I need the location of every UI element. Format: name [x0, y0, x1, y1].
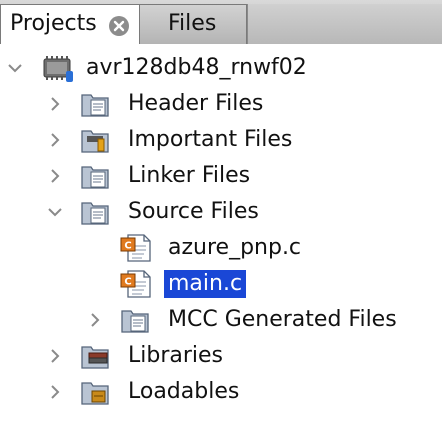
tab-projects-label: Projects — [10, 11, 97, 36]
tab-files[interactable]: Files — [140, 4, 247, 44]
tree-label-main-c: main.c — [164, 270, 247, 298]
tree-label-header-files: Header Files — [128, 91, 264, 116]
tab-bar-empty-area — [247, 4, 442, 44]
tree-label-azure-pnp-c: azure_pnp.c — [168, 235, 302, 260]
tab-bar: Projects Files — [0, 0, 442, 44]
close-icon[interactable] — [109, 16, 129, 36]
tree-node-source-files[interactable]: Source Files — [0, 194, 442, 230]
tree-node-libraries[interactable]: Libraries — [0, 338, 442, 374]
folder-icon — [81, 166, 109, 189]
tab-files-label: Files — [168, 11, 217, 36]
chevron-right-icon[interactable] — [46, 383, 64, 401]
project-tree: avr128db48_rnwf02 Header Files Important… — [0, 44, 442, 444]
tree-node-loadables[interactable]: Loadables — [0, 374, 442, 410]
tree-label-important-files: Important Files — [128, 127, 293, 152]
tree-node-linker-files[interactable]: Linker Files — [0, 158, 442, 194]
tree-node-azure-pnp-c[interactable]: C azure_pnp.c — [0, 230, 442, 266]
tree-label-libraries: Libraries — [128, 343, 224, 368]
chip-project-icon — [43, 56, 73, 82]
tab-projects[interactable]: Projects — [0, 4, 140, 44]
tree-label-project: avr128db48_rnwf02 — [86, 55, 307, 80]
chevron-right-icon[interactable] — [86, 311, 104, 329]
folder-icon — [81, 94, 109, 117]
folder-icon — [121, 310, 149, 333]
c-source-file-icon: C — [120, 234, 151, 262]
tree-node-mcc-generated-files[interactable]: MCC Generated Files — [0, 302, 442, 338]
chevron-down-icon[interactable] — [46, 203, 64, 221]
chevron-right-icon[interactable] — [46, 347, 64, 365]
tree-node-header-files[interactable]: Header Files — [0, 86, 442, 122]
chevron-down-icon[interactable] — [6, 59, 24, 77]
tree-node-main-c[interactable]: C main.c — [0, 266, 442, 302]
tree-label-source-files: Source Files — [128, 199, 259, 224]
tree-label-linker-files: Linker Files — [128, 163, 251, 188]
tree-label-loadables: Loadables — [128, 379, 240, 404]
c-source-file-icon: C — [120, 270, 151, 298]
chevron-right-icon[interactable] — [46, 131, 64, 149]
tree-node-project[interactable]: avr128db48_rnwf02 — [0, 50, 442, 86]
chevron-right-icon[interactable] — [46, 167, 64, 185]
folder-icon — [81, 202, 109, 225]
svg-text:C: C — [124, 241, 131, 252]
folder-libraries-icon — [81, 346, 109, 369]
folder-loadables-icon — [81, 382, 109, 405]
tree-node-important-files[interactable]: Important Files — [0, 122, 442, 158]
svg-text:C: C — [124, 277, 131, 288]
chevron-right-icon[interactable] — [46, 95, 64, 113]
folder-important-icon — [81, 130, 109, 153]
tree-label-mcc-generated-files: MCC Generated Files — [168, 307, 397, 332]
